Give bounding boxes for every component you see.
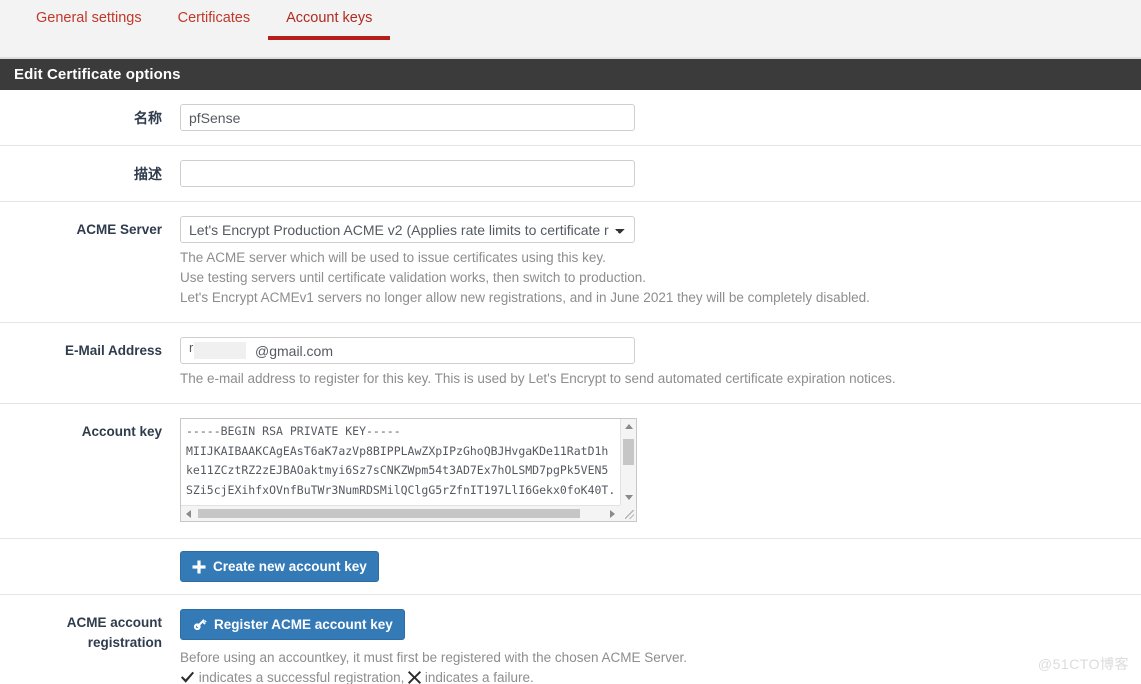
account-key-textarea[interactable]: -----BEGIN RSA PRIVATE KEY----- MIIJKAIB… [180,418,637,522]
name-input[interactable] [180,104,635,131]
form-row-email: E-Mail Address r The e-mail address to r… [0,323,1141,404]
tab-account-keys[interactable]: Account keys [268,0,390,57]
email-redaction-block [194,342,246,359]
register-acme-account-key-label: Register ACME account key [214,617,393,632]
registration-failure-text: indicates a failure. [425,670,534,684]
create-key-spacer [0,551,180,555]
description-input[interactable] [180,160,635,187]
form-row-name: 名称 [0,90,1141,146]
tab-certificates[interactable]: Certificates [160,0,269,57]
scroll-right-arrow-icon[interactable] [610,510,615,518]
registration-help-line-2: indicates a successful registration, ind… [180,668,1080,684]
registration-success-text: indicates a successful registration, [199,670,405,684]
watermark: @51CTO博客 [1038,654,1129,674]
name-label: 名称 [0,104,180,128]
email-field-wrapper: r The e-mail address to register for thi… [180,337,1141,389]
email-prefix-char: r [189,340,193,355]
acme-server-help-line-1: The ACME server which will be used to is… [180,248,1080,268]
form-row-create-key: Create new account key [0,539,1141,595]
create-key-field-wrapper: Create new account key [180,551,1141,582]
tab-label: Certificates [178,10,251,26]
tab-label: Account keys [286,10,372,26]
tab-label: General settings [36,10,142,26]
account-key-label: Account key [0,418,180,442]
description-field-wrapper [180,160,1141,187]
plus-icon [192,560,206,574]
vertical-scrollbar[interactable] [620,419,636,505]
acme-server-field-wrapper: Let's Encrypt Production ACME v2 (Applie… [180,216,1141,308]
registration-help-line-1: Before using an accountkey, it must firs… [180,648,1080,668]
resize-grip-icon[interactable] [620,505,636,521]
acme-server-help-line-2: Use testing servers until certificate va… [180,268,1080,288]
form-row-acme-server: ACME Server Let's Encrypt Production ACM… [0,202,1141,323]
acme-server-select[interactable]: Let's Encrypt Production ACME v2 (Applie… [180,216,635,243]
tab-general-settings[interactable]: General settings [18,0,160,57]
x-icon [408,671,421,684]
create-new-account-key-button[interactable]: Create new account key [180,551,379,582]
horizontal-scrollbar[interactable] [181,505,620,521]
acme-registration-label: ACME account registration [0,609,180,653]
check-icon [180,671,195,684]
form-row-account-key: Account key -----BEGIN RSA PRIVATE KEY--… [0,404,1141,539]
create-new-account-key-label: Create new account key [213,559,367,574]
acme-registration-help: Before using an accountkey, it must firs… [180,648,1080,684]
edit-certificate-options-panel: Edit Certificate options 名称 描述 ACME Serv… [0,58,1141,684]
key-icon [192,617,207,632]
scroll-down-arrow-icon[interactable] [625,495,633,500]
form-row-acme-registration: ACME account registration Register A [0,595,1141,684]
form-row-description: 描述 [0,146,1141,202]
email-help: The e-mail address to register for this … [180,369,1080,389]
account-key-text: -----BEGIN RSA PRIVATE KEY----- MIIJKAIB… [186,422,618,503]
scroll-left-arrow-icon[interactable] [186,510,191,518]
description-label: 描述 [0,160,180,184]
horizontal-scrollbar-thumb[interactable] [198,509,580,518]
email-label: E-Mail Address [0,337,180,361]
panel-body: 名称 描述 ACME Server Let's Encrypt Producti… [0,90,1141,684]
vertical-scrollbar-thumb[interactable] [623,439,634,465]
panel-title: Edit Certificate options [0,59,1141,90]
name-field-wrapper [180,104,1141,131]
acme-server-help: The ACME server which will be used to is… [180,248,1080,308]
email-help-line: The e-mail address to register for this … [180,369,1080,389]
acme-registration-label-line1: ACME account [0,613,162,633]
tab-bar: General settings Certificates Account ke… [0,0,1141,58]
acme-server-help-line-3: Let's Encrypt ACMEv1 servers no longer a… [180,288,1080,308]
email-input[interactable] [180,337,635,364]
acme-server-label: ACME Server [0,216,180,240]
scroll-up-arrow-icon[interactable] [625,424,633,429]
email-input-container: r [180,337,635,364]
account-key-field-wrapper: -----BEGIN RSA PRIVATE KEY----- MIIJKAIB… [180,418,1141,522]
acme-registration-label-line2: registration [0,633,162,653]
register-acme-account-key-button[interactable]: Register ACME account key [180,609,405,640]
acme-registration-field-wrapper: Register ACME account key Before using a… [180,609,1141,684]
